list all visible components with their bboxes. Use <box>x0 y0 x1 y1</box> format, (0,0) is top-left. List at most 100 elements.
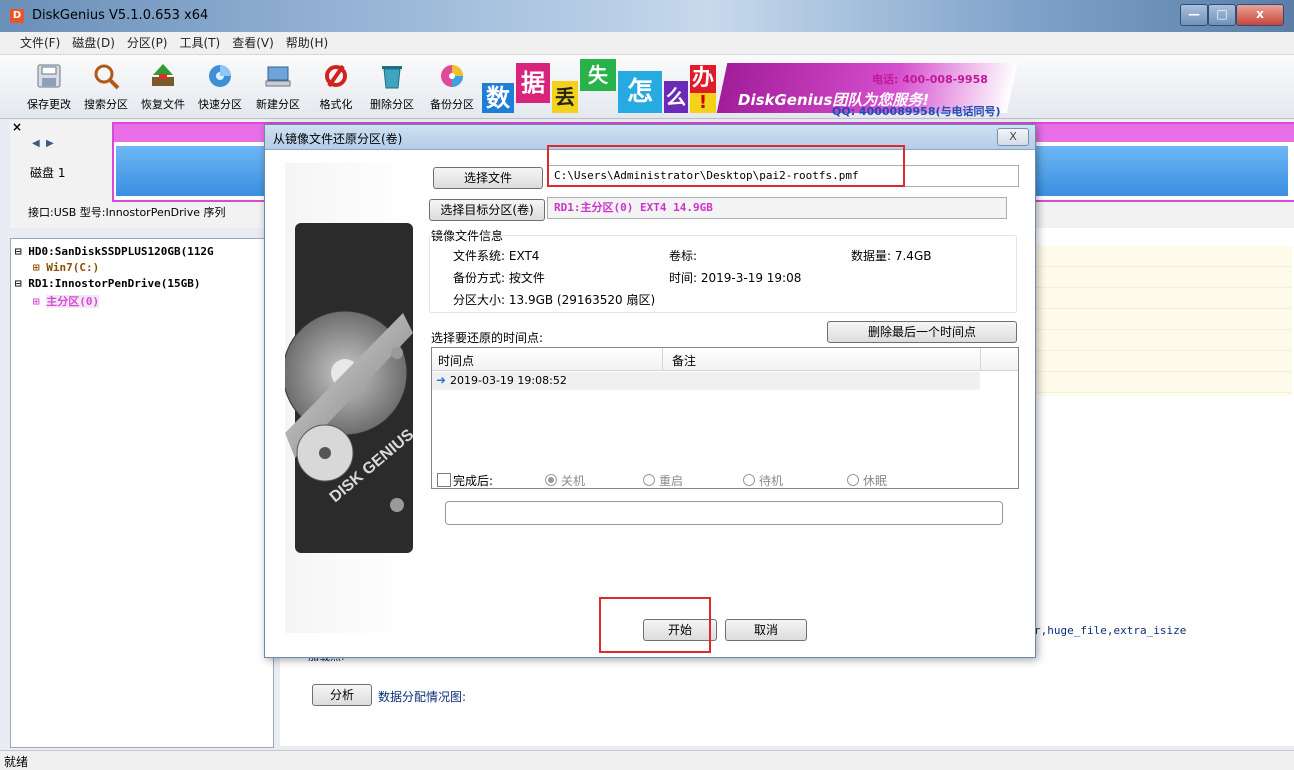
toolbar: 保存更改 搜索分区 恢复文件 快速分区 新建分区 格式化 删除分区 备份分区 数… <box>0 55 1294 119</box>
radio-restart[interactable]: 重启 <box>643 472 683 489</box>
menu-tools[interactable]: 工具(T) <box>174 32 227 54</box>
radio-shutdown[interactable]: 关机 <box>545 472 585 489</box>
radio-label: 待机 <box>759 474 784 488</box>
maximize-button[interactable]: □ <box>1208 4 1236 26</box>
backup-partition-button[interactable]: 备份分区 <box>426 55 478 118</box>
tree-expand-icon[interactable]: ⊞ <box>33 295 40 308</box>
menu-bar: 文件(F) 磁盘(D) 分区(P) 工具(T) 查看(V) 帮助(H) <box>0 32 1294 55</box>
radio-label: 休眠 <box>863 474 888 488</box>
save-icon <box>37 64 61 88</box>
recover-files-button[interactable]: 恢复文件 <box>136 55 190 118</box>
tree-collapse-icon[interactable]: ⊟ <box>15 277 22 290</box>
dialog-close-button[interactable]: X <box>997 128 1029 146</box>
radio-hibernate[interactable]: 休眠 <box>847 472 887 489</box>
tree-item-label: Win7(C:) <box>46 261 100 274</box>
close-icon[interactable]: × <box>12 120 22 134</box>
radio-dot <box>643 474 655 486</box>
status-text: 就绪 <box>4 755 29 769</box>
column-note-header[interactable]: 备注 <box>672 352 696 369</box>
new-partition-button[interactable]: 新建分区 <box>252 55 304 118</box>
disk-tree: ⊟ HD0:SanDiskSSDPLUS120GB(112G ⊞ Win7(C:… <box>10 238 274 748</box>
volume-label-info: 卷标: <box>669 249 698 263</box>
data-size-info: 数据量: 7.4GB <box>851 249 932 263</box>
hard-drive-image: DISK GENIUS <box>282 223 418 553</box>
restore-from-image-dialog: 从镜像文件还原分区(卷) X DISK GENIUS 选择文件 C:\Users… <box>264 124 1036 658</box>
tree-item-label: 主分区(0) <box>46 295 100 308</box>
arrow-right-icon: ➜ <box>436 373 447 387</box>
delete-partition-button[interactable]: 删除分区 <box>366 55 418 118</box>
menu-partition[interactable]: 分区(P) <box>121 32 174 54</box>
banner-tile-6: 么 <box>664 81 688 113</box>
radio-dot <box>743 474 755 486</box>
disk-illustration: DISK GENIUS <box>282 163 418 633</box>
quick-partition-button[interactable]: 快速分区 <box>194 55 246 118</box>
tree-item-hd0[interactable]: ⊟ HD0:SanDiskSSDPLUS120GB(112G <box>15 245 214 258</box>
params-table <box>1030 246 1292 396</box>
backup-method-info: 备份方式: 按文件 <box>453 271 545 285</box>
minimize-button[interactable]: — <box>1180 4 1208 26</box>
dialog-title: 从镜像文件还原分区(卷) <box>273 132 403 146</box>
search-icon <box>94 64 120 90</box>
cancel-button[interactable]: 取消 <box>725 619 807 641</box>
delete-partition-icon <box>382 66 402 89</box>
radio-standby[interactable]: 待机 <box>743 472 783 489</box>
allocation-label: 数据分配情况图: <box>378 690 467 704</box>
new-partition-icon <box>265 66 291 87</box>
choose-point-label: 选择要还原的时间点: <box>431 331 544 345</box>
list-header: 时间点 备注 <box>432 348 1018 371</box>
banner-tile-7: 办 <box>690 65 716 93</box>
banner-qq: QQ: 4000089958(与电话同号) <box>832 105 1001 118</box>
choose-file-button[interactable]: 选择文件 <box>433 167 543 189</box>
recover-icon <box>152 64 174 86</box>
status-bar: 就绪 <box>0 750 1294 770</box>
close-button[interactable]: x <box>1236 4 1284 26</box>
target-partition-field: RD1:主分区(0) EXT4 14.9GB <box>547 197 1007 219</box>
menu-view[interactable]: 查看(V) <box>226 32 280 54</box>
menu-file[interactable]: 文件(F) <box>14 32 66 54</box>
format-button[interactable]: 格式化 <box>314 55 358 118</box>
analyze-button[interactable]: 分析 <box>312 684 372 706</box>
radio-dot <box>847 474 859 486</box>
choose-target-partition-button[interactable]: 选择目标分区(卷) <box>429 199 545 221</box>
partition-size-info: 分区大小: 13.9GB (29163520 扇区) <box>453 293 656 307</box>
ad-banner[interactable]: 数 据 丢 失 怎 么 办 ! DiskGenius团队为您服务! 电话: 40… <box>482 57 1022 118</box>
file-system-info: 文件系统: EXT4 <box>453 249 540 263</box>
search-partition-button[interactable]: 搜索分区 <box>80 55 132 118</box>
disk-label: 磁盘 1 <box>30 166 66 180</box>
banner-tile-4: 失 <box>580 59 616 91</box>
banner-tile-5: 怎 <box>618 71 662 113</box>
banner-tile-3: 丢 <box>552 81 578 113</box>
table-row[interactable]: ➜ 2019-03-19 19:08:52 <box>432 372 980 390</box>
banner-tile-1: 数 <box>482 83 514 113</box>
tree-item-label: HD0:SanDiskSSDPLUS120GB(112G <box>28 245 214 258</box>
banner-tile-8: ! <box>690 93 716 113</box>
quick-partition-icon <box>209 65 231 87</box>
column-divider <box>980 348 981 370</box>
progress-bar <box>445 501 1003 525</box>
tree-collapse-icon[interactable]: ⊟ <box>15 245 22 258</box>
save-changes-button[interactable]: 保存更改 <box>24 55 74 118</box>
column-time-header[interactable]: 时间点 <box>438 352 474 369</box>
after-complete-checkbox[interactable] <box>437 473 451 487</box>
menu-disk[interactable]: 磁盘(D) <box>66 32 121 54</box>
prev-disk-icon[interactable]: ◀ <box>32 138 40 149</box>
delete-last-time-point-button[interactable]: 删除最后一个时间点 <box>827 321 1017 343</box>
radio-label: 重启 <box>659 474 684 488</box>
radio-label: 关机 <box>561 474 586 488</box>
time-point-value: 2019-03-19 19:08:52 <box>450 374 567 387</box>
next-disk-icon[interactable]: ▶ <box>46 138 54 149</box>
app-icon: D <box>10 9 24 23</box>
backup-partition-icon <box>441 65 463 87</box>
tree-item-win7[interactable]: ⊞ Win7(C:) <box>33 261 99 274</box>
title-bar: D DiskGenius V5.1.0.653 x64 — □ x <box>0 0 1294 32</box>
time-point-list[interactable]: 时间点 备注 ➜ 2019-03-19 19:08:52 <box>431 347 1019 489</box>
after-complete-label: 完成后: <box>453 474 494 488</box>
tree-expand-icon[interactable]: ⊞ <box>33 261 40 274</box>
tree-item-label: RD1:InnostorPenDrive(15GB) <box>28 277 201 290</box>
tree-item-rd1[interactable]: ⊟ RD1:InnostorPenDrive(15GB) <box>15 277 200 290</box>
banner-phone: 电话: 400-008-9958 <box>872 73 988 86</box>
tree-item-primary-partition[interactable]: ⊞ 主分区(0) <box>33 293 100 309</box>
format-icon <box>325 64 347 88</box>
backup-time-info: 时间: 2019-3-19 19:08 <box>669 271 802 285</box>
menu-help[interactable]: 帮助(H) <box>280 32 334 54</box>
